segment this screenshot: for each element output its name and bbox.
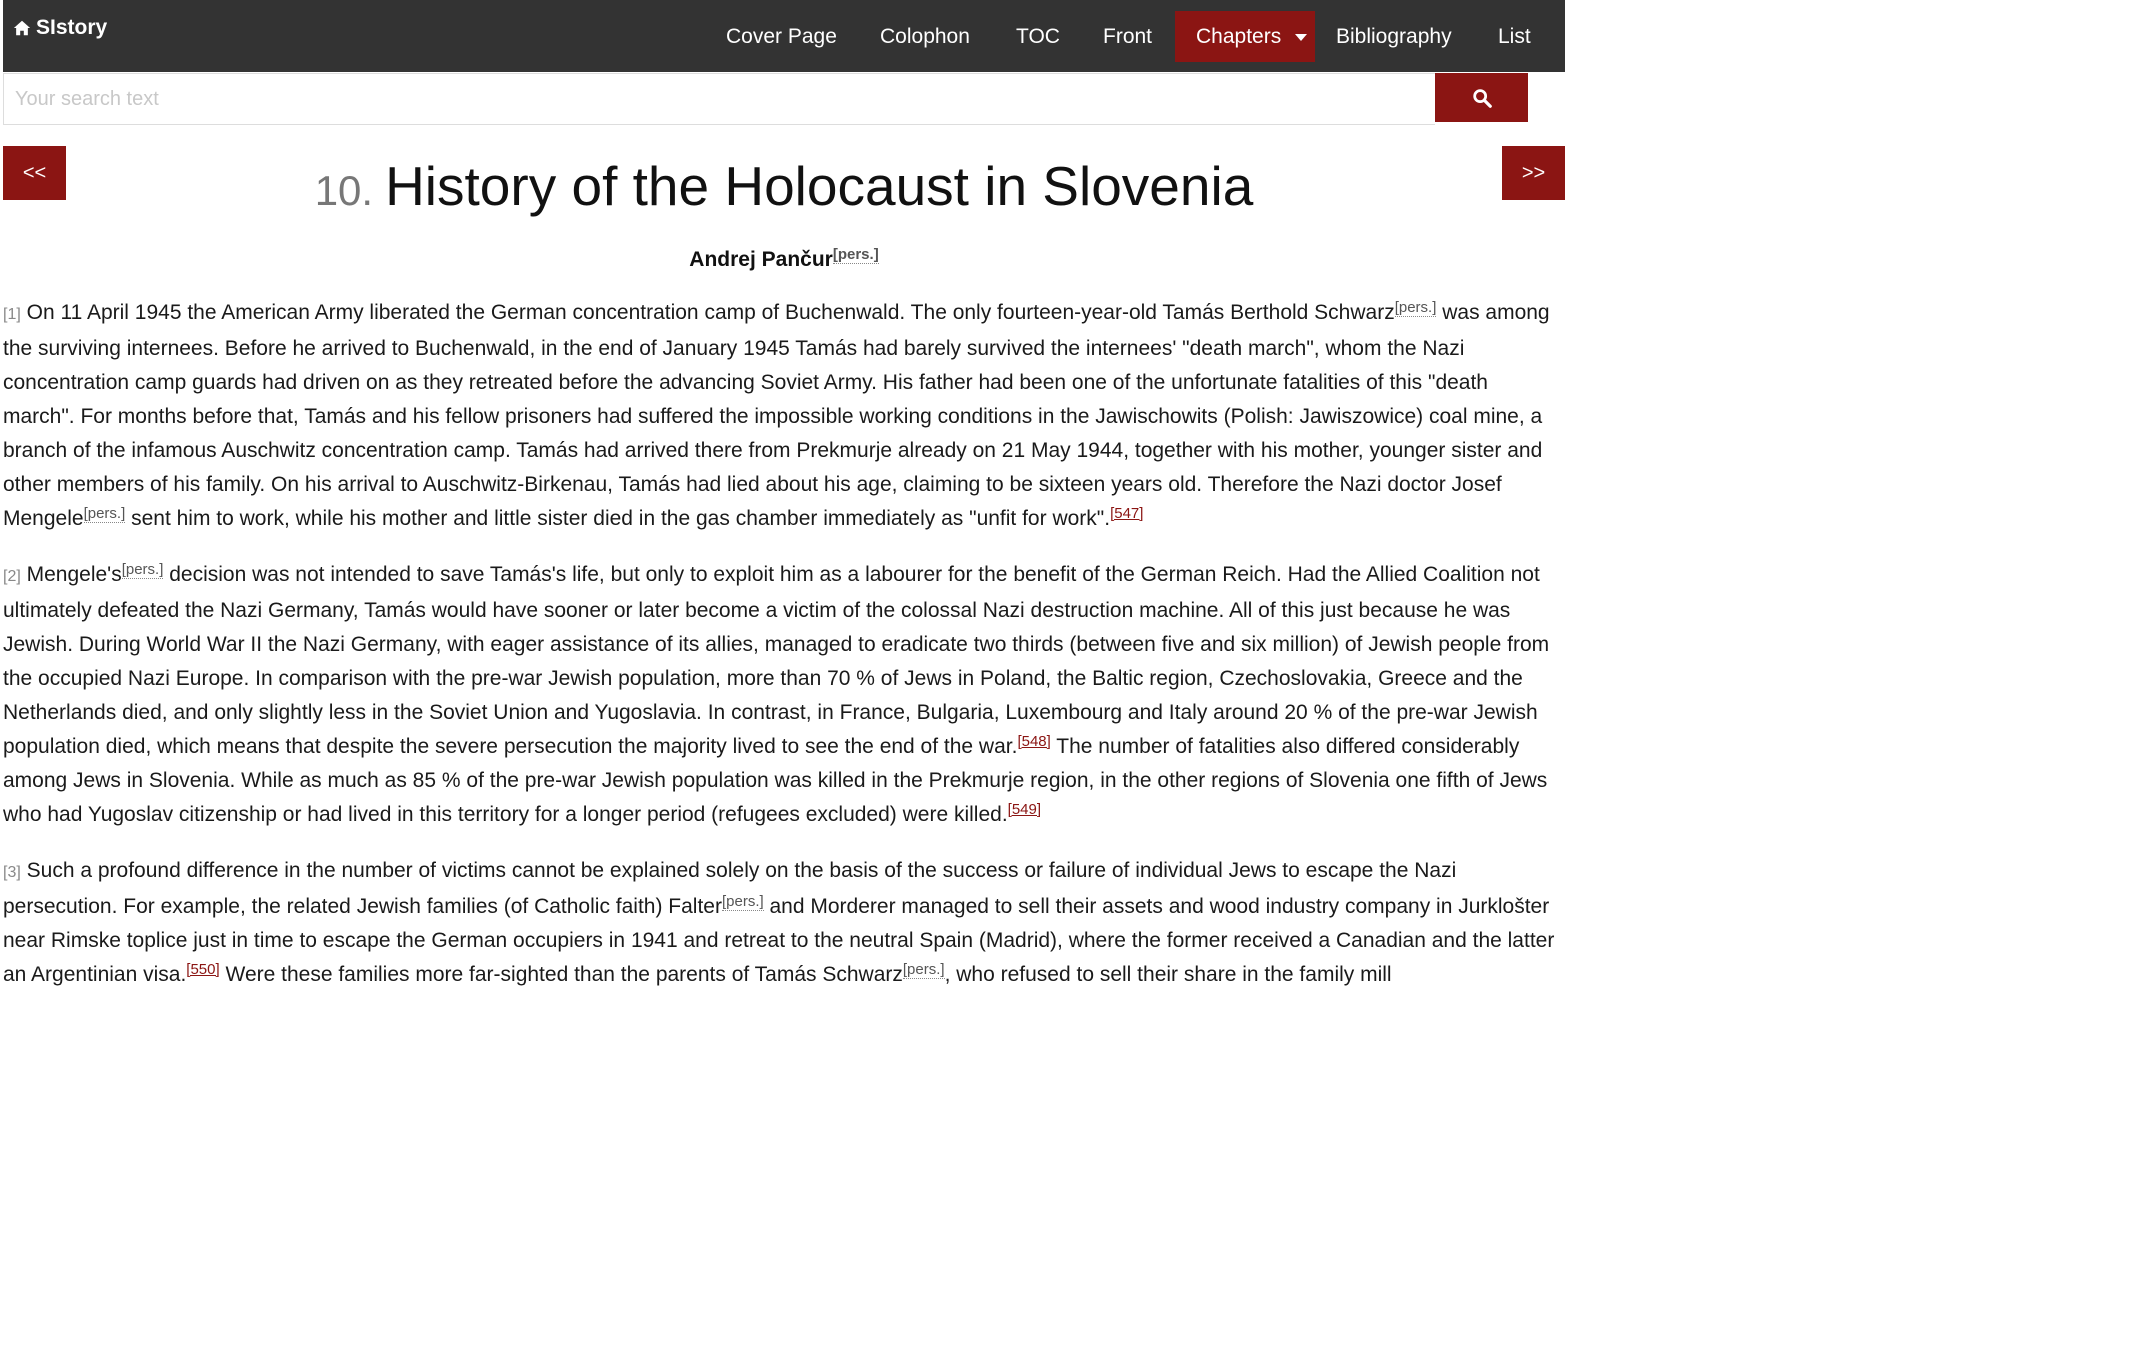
search-input[interactable] xyxy=(3,73,1435,125)
pers-link[interactable]: [pers.] xyxy=(83,505,126,523)
nav-chapters-label: Chapters xyxy=(1196,25,1282,48)
paragraph: [2] Mengele's[pers.] decision was not in… xyxy=(3,558,1565,832)
pers-link[interactable]: [pers.] xyxy=(121,561,164,579)
footnote-link[interactable]: [550] xyxy=(186,961,219,978)
paragraph-text: On 11 April 1945 the American Army liber… xyxy=(20,301,1395,324)
paragraph-text: , who refused to sell their share in the… xyxy=(944,963,1392,986)
nav-colophon[interactable]: Colophon xyxy=(880,11,970,62)
pers-link[interactable]: [pers.] xyxy=(832,246,879,264)
pers-link[interactable]: [pers.] xyxy=(902,961,945,979)
search-icon xyxy=(1472,88,1492,108)
footnote-link[interactable]: [549] xyxy=(1008,801,1041,818)
brand-link[interactable]: SIstory xyxy=(13,16,107,40)
pers-link[interactable]: [pers.] xyxy=(721,893,764,911)
paragraph-text: was among the surviving internees. Befor… xyxy=(3,301,1550,530)
footnote-link[interactable]: [547] xyxy=(1110,505,1143,522)
brand-name: SIstory xyxy=(36,16,108,39)
paragraph-text: sent him to work, while his mother and l… xyxy=(125,507,1111,530)
paragraph-text: Were these families more far-sighted tha… xyxy=(219,963,903,986)
home-icon xyxy=(13,20,31,36)
chapter-title-text: History of the Holocaust in Slovenia xyxy=(385,155,1254,217)
top-navbar: SIstory Cover Page Colophon TOC Front Ch… xyxy=(3,0,1565,72)
footnote-link[interactable]: [548] xyxy=(1017,733,1050,750)
nav-list[interactable]: List xyxy=(1498,11,1531,62)
nav-toc[interactable]: TOC xyxy=(1016,11,1060,62)
paragraph-number: [2] xyxy=(3,568,21,585)
paragraph-number: [3] xyxy=(3,864,21,881)
chevron-down-icon xyxy=(1295,33,1308,41)
nav-chapters-dropdown[interactable]: Chapters xyxy=(1175,11,1315,62)
paragraph-number: [1] xyxy=(3,306,21,323)
chapter-title: 10. History of the Holocaust in Slovenia xyxy=(0,148,1568,229)
nav-front[interactable]: Front xyxy=(1103,11,1152,62)
pers-link[interactable]: [pers.] xyxy=(1394,299,1437,317)
nav-cover-page[interactable]: Cover Page xyxy=(726,11,837,62)
paragraph: [1] On 11 April 1945 the American Army l… xyxy=(3,296,1565,536)
author-name: Andrej Pančur xyxy=(689,248,833,271)
chapter-number: 10. xyxy=(314,167,374,214)
paragraph-text: decision was not intended to save Tamás'… xyxy=(3,563,1550,758)
chapter-body: [1] On 11 April 1945 the American Army l… xyxy=(3,296,1565,1014)
paragraph: [3] Such a profound difference in the nu… xyxy=(3,854,1565,992)
nav-bibliography[interactable]: Bibliography xyxy=(1336,11,1452,62)
paragraph-text: Mengele's xyxy=(20,563,122,586)
chapter-author: Andrej Pančur[pers.] xyxy=(0,244,1568,276)
search-button[interactable] xyxy=(1435,73,1528,122)
